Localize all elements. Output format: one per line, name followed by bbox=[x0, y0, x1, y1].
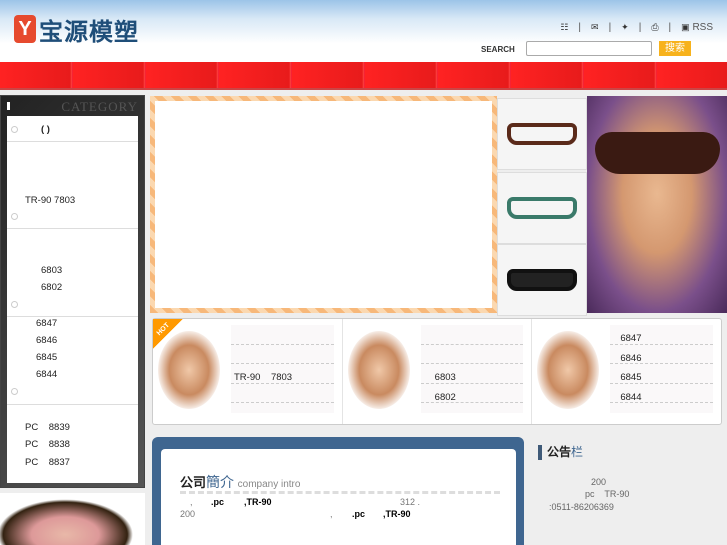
category-item[interactable]: TR-90 7803 bbox=[25, 195, 75, 206]
category-item[interactable]: PC 8837 bbox=[25, 457, 70, 468]
banner-slideshow[interactable] bbox=[150, 96, 497, 313]
category-item[interactable]: PC 8839 bbox=[25, 422, 70, 433]
glasses-thumb[interactable] bbox=[497, 172, 587, 244]
category-list: ( ) TR-90 7803 6803 6802 6847 6846 6845 … bbox=[7, 116, 138, 483]
logo[interactable]: Y 宝源模塑 bbox=[14, 14, 139, 46]
sitemap-icon[interactable]: ☷ bbox=[560, 22, 568, 33]
top-links: ☷ | ✉ | ✦ | ⎙ | ▣ RSS bbox=[560, 22, 713, 33]
intro-text: ,TR-90 bbox=[383, 509, 411, 519]
intro-text: , bbox=[190, 497, 193, 507]
divider bbox=[180, 491, 500, 494]
avatar bbox=[347, 331, 410, 409]
glasses-image bbox=[507, 197, 577, 219]
product-card: HOT TR-90 7803 bbox=[153, 319, 343, 424]
intro-title: 公司簡介 company intro bbox=[180, 474, 301, 490]
category-item[interactable]: ( ) bbox=[41, 124, 50, 135]
rss-label: RSS bbox=[692, 22, 713, 33]
card-line[interactable]: 6846 bbox=[610, 345, 714, 364]
sunglasses-image bbox=[595, 132, 720, 174]
card-line[interactable]: TR-90 7803 bbox=[231, 364, 334, 384]
product-card: 6847 6846 6845 6844 bbox=[532, 319, 721, 424]
notice-text: :0511-86206369 bbox=[549, 502, 614, 512]
product-card: 6803 6802 bbox=[343, 319, 533, 424]
category-item[interactable]: 6845 bbox=[36, 352, 57, 363]
search-label: SEARCH bbox=[481, 45, 515, 54]
hot-badge: HOT bbox=[153, 319, 183, 349]
intro-body: 公司簡介 company intro , .pc ,TR-90 312 . 20… bbox=[161, 449, 516, 545]
product-cards: HOT TR-90 7803 6803 6802 6847 6846 6845 … bbox=[152, 318, 722, 425]
bullet-icon bbox=[11, 213, 18, 220]
card-line[interactable]: 6845 bbox=[610, 364, 714, 384]
bullet-icon bbox=[11, 388, 18, 395]
bookmark-icon[interactable]: ✦ bbox=[621, 22, 629, 33]
category-item[interactable]: 6802 bbox=[41, 282, 62, 293]
sunglasses-model-photo bbox=[587, 96, 727, 313]
category-item[interactable]: 6847 bbox=[36, 318, 57, 329]
search-button[interactable]: 搜索 bbox=[659, 41, 691, 56]
card-line[interactable] bbox=[420, 325, 524, 345]
search-input[interactable] bbox=[526, 41, 652, 56]
card-lines: 6803 6802 bbox=[420, 325, 524, 413]
card-line[interactable]: 6844 bbox=[610, 384, 714, 403]
intro-text: , bbox=[330, 509, 333, 519]
category-item[interactable]: 6844 bbox=[36, 369, 57, 380]
card-line[interactable]: 6803 bbox=[420, 364, 524, 384]
glasses-image bbox=[507, 269, 577, 291]
glasses-thumb[interactable] bbox=[497, 244, 587, 316]
avatar bbox=[537, 331, 600, 409]
category-group: 6803 6802 bbox=[7, 229, 138, 317]
intro-text: .pc bbox=[352, 509, 366, 519]
card-line[interactable] bbox=[231, 345, 334, 364]
category-group: 6847 6846 6845 6844 bbox=[7, 317, 138, 405]
card-line[interactable] bbox=[420, 345, 524, 364]
print-icon[interactable]: ⎙ bbox=[651, 22, 658, 33]
category-group: PC 8839 PC 8838 PC 8837 bbox=[7, 405, 138, 483]
card-line[interactable] bbox=[231, 384, 334, 403]
category-group: ( ) bbox=[7, 116, 138, 142]
category-title: CATEGORY bbox=[61, 99, 138, 114]
glasses-thumb[interactable] bbox=[497, 98, 587, 170]
card-lines: TR-90 7803 bbox=[231, 325, 334, 413]
mail-icon[interactable]: ✉ bbox=[591, 22, 599, 33]
card-line[interactable]: 6802 bbox=[420, 384, 524, 403]
intro-text: 200 bbox=[180, 509, 196, 519]
title-bar-icon bbox=[7, 102, 10, 110]
card-line[interactable] bbox=[231, 325, 334, 345]
rss-icon: ▣ bbox=[681, 22, 690, 32]
notice-text: 200 bbox=[591, 477, 607, 487]
bullet-icon bbox=[11, 126, 18, 133]
glasses-image bbox=[507, 123, 577, 145]
notice-title: 公告栏 bbox=[538, 445, 727, 460]
category-sidebar: CATEGORY ( ) TR-90 7803 6803 6802 6847 6… bbox=[0, 95, 145, 488]
intro-text: .pc bbox=[211, 497, 225, 507]
category-item[interactable]: PC 8838 bbox=[25, 439, 70, 450]
bullet-icon bbox=[11, 301, 18, 308]
rss-link[interactable]: ▣ RSS bbox=[681, 22, 713, 33]
notice-text: pc TR-90 bbox=[585, 489, 630, 499]
category-item[interactable]: 6803 bbox=[41, 265, 62, 276]
logo-text: 宝源模塑 bbox=[39, 18, 139, 46]
banner-area bbox=[155, 101, 492, 308]
nav-band bbox=[0, 62, 727, 90]
logo-mark: Y bbox=[14, 15, 36, 43]
category-group: TR-90 7803 bbox=[7, 142, 138, 229]
category-item[interactable]: 6846 bbox=[36, 335, 57, 346]
intro-text: 312 . bbox=[400, 497, 421, 507]
intro-text: ,TR-90 bbox=[244, 497, 272, 507]
notice-board: 公告栏 200 pc TR-90 :0511-86206369 bbox=[538, 445, 727, 545]
company-intro: 公司簡介 company intro , .pc ,TR-90 312 . 20… bbox=[152, 437, 524, 545]
card-line[interactable]: 6847 bbox=[610, 325, 714, 345]
card-lines: 6847 6846 6845 6844 bbox=[610, 325, 714, 413]
model-photo bbox=[0, 493, 145, 545]
